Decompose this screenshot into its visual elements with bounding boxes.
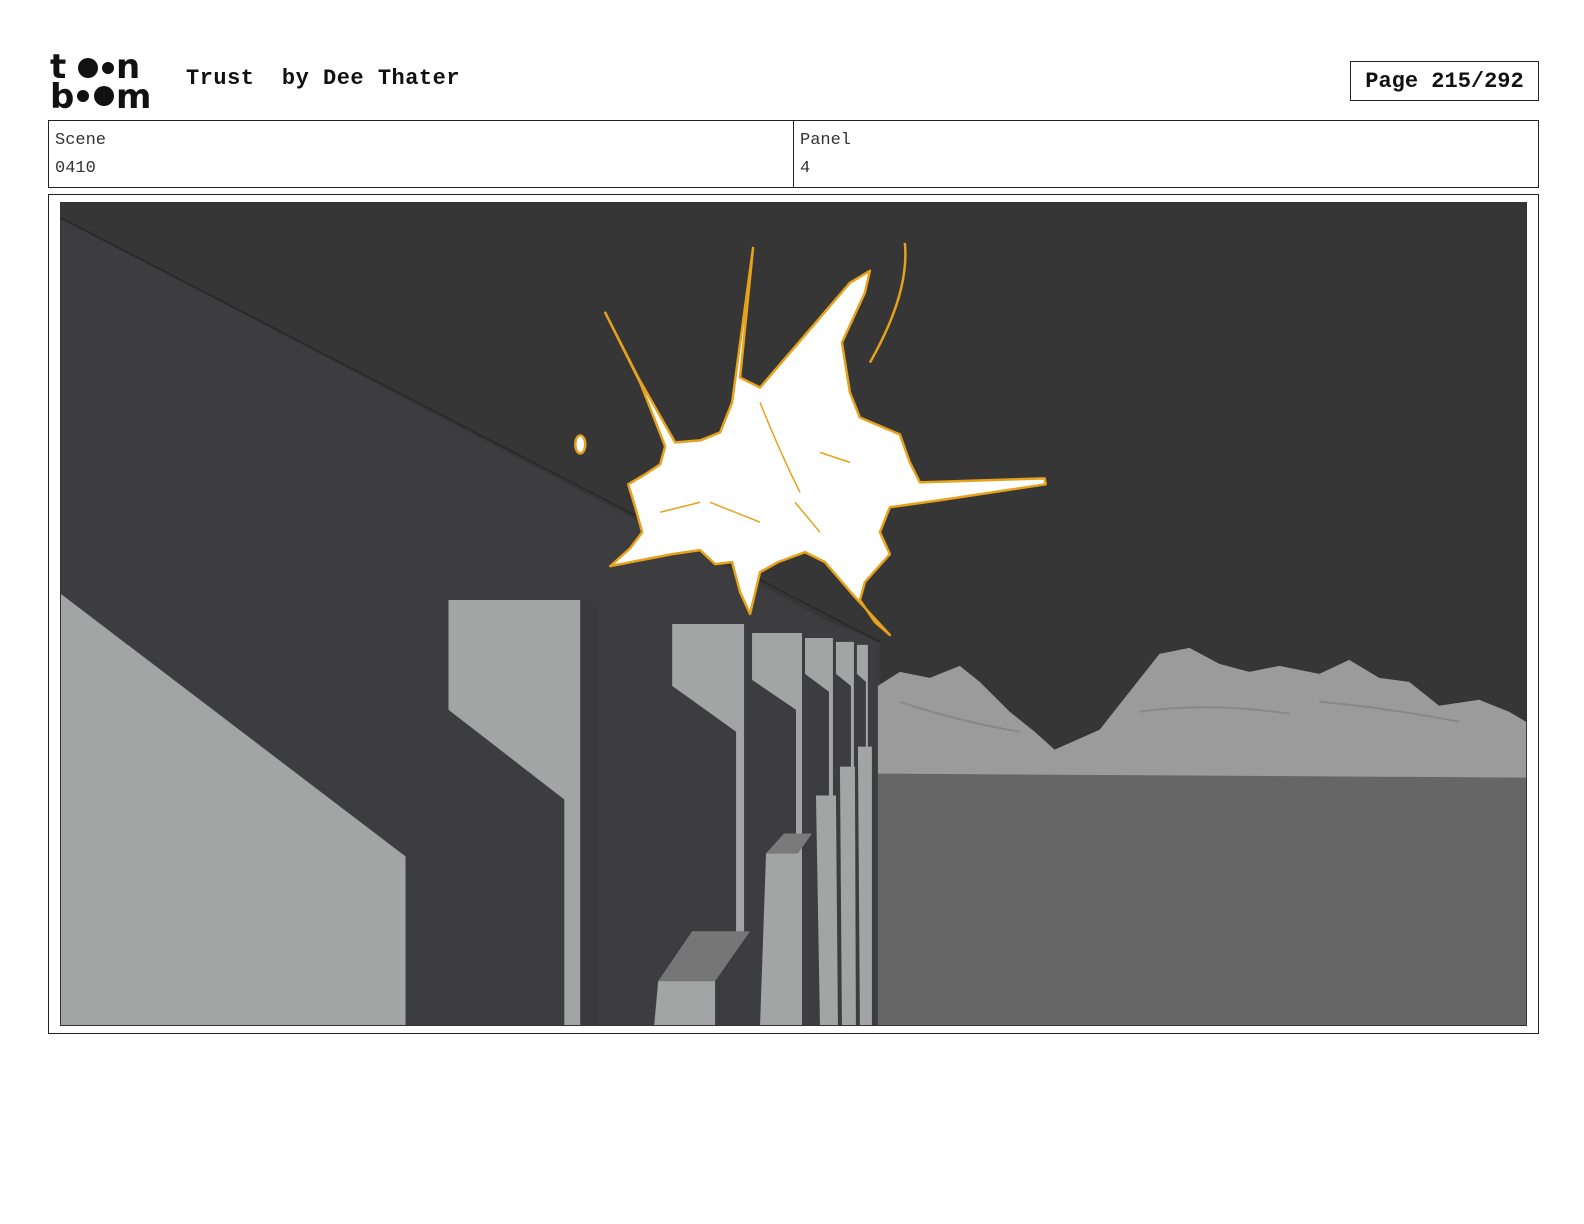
post-3 bbox=[839, 766, 856, 1025]
scene-cell: Scene 0410 bbox=[49, 121, 793, 187]
page-counter-label: Page 215/292 bbox=[1365, 68, 1524, 94]
storyboard-panel-frame bbox=[48, 194, 1539, 1034]
document-title: Trust by Dee Thater bbox=[186, 66, 461, 91]
toon-boom-logo: t n b m bbox=[50, 50, 151, 112]
block-front bbox=[654, 981, 716, 1025]
scene-panel-info: Scene 0410 Panel 4 bbox=[48, 120, 1539, 188]
storyboard-drawing bbox=[60, 202, 1527, 1026]
scene-value: 0410 bbox=[55, 159, 96, 178]
ground bbox=[877, 771, 1526, 1025]
storyboard-scene bbox=[61, 203, 1526, 1025]
post-4 bbox=[857, 746, 872, 1025]
page-counter: Page 215/292 bbox=[1350, 61, 1539, 101]
svg-text:b: b bbox=[50, 77, 74, 112]
post-1 bbox=[760, 853, 800, 1025]
panel-label: Panel bbox=[800, 131, 852, 150]
svg-text:m: m bbox=[116, 77, 151, 112]
scene-label: Scene bbox=[55, 131, 107, 150]
panel-cell: Panel 4 bbox=[793, 121, 1538, 187]
panel-value: 4 bbox=[800, 159, 811, 178]
